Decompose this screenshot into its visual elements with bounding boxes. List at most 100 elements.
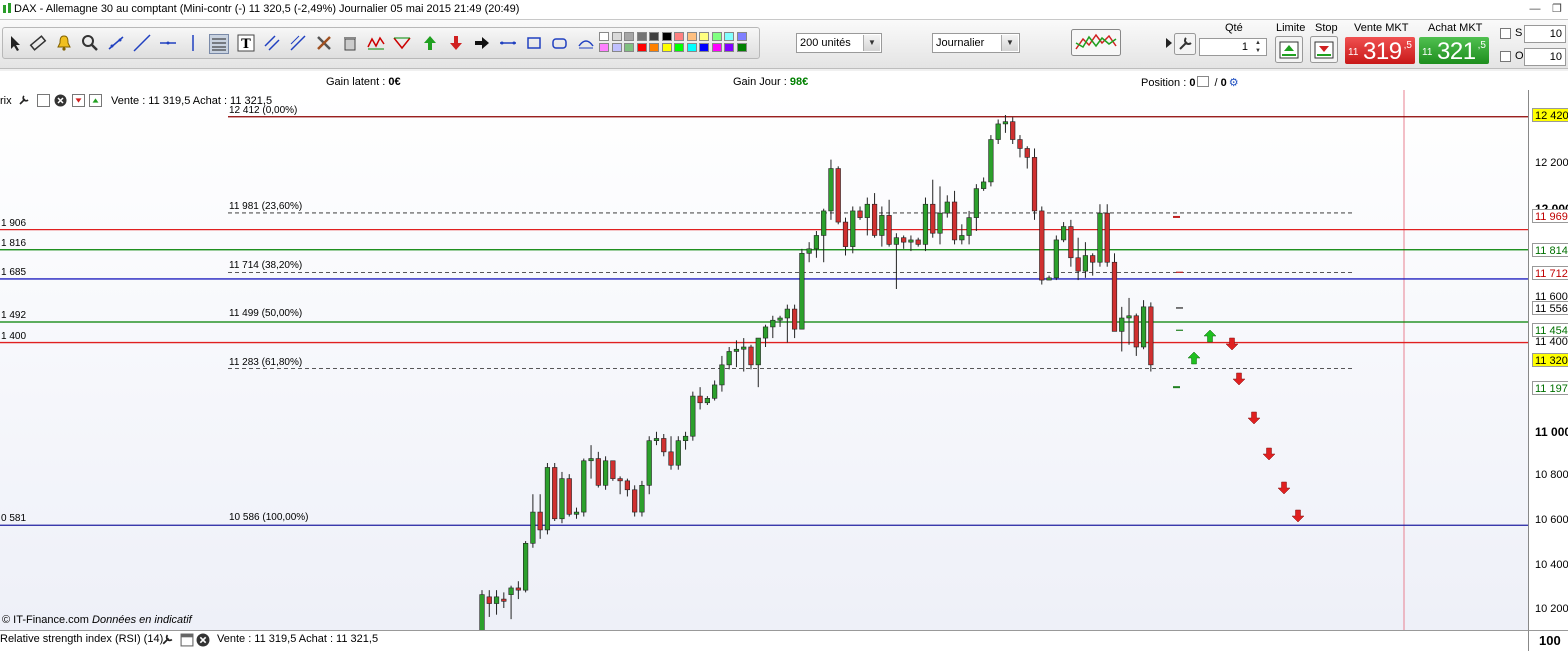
color-swatch[interactable] — [674, 32, 684, 41]
candle-body — [813, 235, 820, 250]
color-swatch[interactable] — [649, 43, 659, 52]
indicators-button[interactable] — [1071, 29, 1121, 56]
text-icon[interactable]: T — [237, 34, 255, 52]
candle-body — [951, 201, 958, 241]
wrench-icon[interactable] — [160, 633, 174, 647]
minimize-icon[interactable]: — — [1528, 2, 1542, 16]
limit-order-button[interactable] — [1275, 36, 1303, 63]
cycle-icon[interactable] — [577, 34, 595, 52]
pattern-icon[interactable] — [393, 34, 411, 52]
fib-level-label: 11 981 (23,60%) — [229, 200, 303, 212]
color-swatch[interactable] — [661, 32, 672, 41]
sell-label: Vente MKT — [1354, 22, 1409, 34]
units-select[interactable]: 200 unités ▼ — [796, 33, 882, 53]
color-swatch[interactable] — [736, 32, 747, 41]
channel-icon[interactable] — [263, 34, 281, 52]
candle-body — [944, 201, 950, 214]
color-swatch[interactable] — [699, 43, 709, 52]
ellipse-icon[interactable] — [551, 34, 569, 52]
restore-icon[interactable]: ❐ — [1550, 2, 1564, 16]
candle-body — [835, 168, 841, 223]
arrow-down-icon — [1277, 481, 1291, 495]
color-swatch[interactable] — [636, 43, 647, 52]
ruler-icon[interactable] — [29, 34, 47, 52]
candle-body — [697, 395, 703, 404]
close-position-icon[interactable] — [1197, 76, 1210, 87]
color-swatch[interactable] — [611, 32, 622, 41]
buy-market-button[interactable]: 11 321 ,5 — [1419, 37, 1489, 65]
close-icon[interactable] — [196, 633, 210, 647]
candle-body — [544, 467, 551, 531]
wrench-icon[interactable] — [1174, 33, 1196, 55]
color-swatch[interactable] — [724, 32, 734, 41]
settings-gear-icon[interactable]: ⚙ — [1229, 77, 1239, 89]
ray-line-icon[interactable] — [133, 34, 151, 52]
candle-body — [1148, 306, 1154, 366]
candle-body — [675, 440, 681, 466]
stop-order-button[interactable] — [1310, 36, 1338, 63]
objective-checkbox[interactable] — [1500, 51, 1511, 62]
buy-price-decimal: ,5 — [1477, 40, 1486, 51]
arrow-down-icon[interactable] — [447, 34, 465, 52]
price-axis[interactable]: 12 20012 00011 60011 40011 00010 80010 6… — [1528, 90, 1568, 630]
buy-label: Achat MKT — [1428, 22, 1483, 34]
color-swatch[interactable] — [636, 32, 647, 41]
parallel-lines-icon[interactable] — [289, 34, 307, 52]
qty-stepper[interactable]: ▲ ▼ — [1251, 39, 1265, 55]
color-swatch[interactable] — [711, 43, 722, 52]
trash-icon[interactable] — [341, 34, 359, 52]
buy-price-prefix: 11 — [1422, 47, 1433, 58]
color-swatch[interactable] — [599, 43, 609, 52]
window-icon[interactable] — [180, 633, 194, 647]
bell-alert-icon[interactable] — [55, 34, 73, 52]
close-icon[interactable] — [54, 94, 67, 107]
candle-body — [682, 435, 689, 441]
color-swatch[interactable] — [624, 32, 634, 41]
color-swatch[interactable] — [624, 43, 634, 52]
color-swatch[interactable] — [611, 43, 622, 52]
collapse-arrow-icon[interactable] — [1166, 38, 1172, 48]
sell-market-button[interactable]: 11 319 ,5 — [1345, 37, 1415, 65]
vertical-line-icon[interactable] — [184, 34, 202, 52]
window-icon[interactable] — [37, 94, 50, 107]
sell-price-prefix: 11 — [1348, 47, 1359, 58]
color-swatch[interactable] — [674, 43, 684, 52]
candle-body — [1111, 261, 1118, 332]
fibonacci-icon[interactable] — [209, 34, 229, 54]
period-select[interactable]: Journalier ▼ — [932, 33, 1020, 53]
color-swatch[interactable] — [736, 43, 747, 52]
color-swatch[interactable] — [649, 32, 659, 41]
color-swatch[interactable] — [686, 43, 697, 52]
color-swatch[interactable] — [661, 43, 672, 52]
trendline-icon[interactable] — [107, 34, 125, 52]
price-chart[interactable]: 12 412 (0,00%) 11 981 (23,60%) 11 714 (38,… — [0, 90, 1528, 630]
rectangle-icon[interactable] — [525, 34, 543, 52]
arrow-up-icon[interactable] — [421, 34, 439, 52]
color-swatch[interactable] — [711, 32, 722, 41]
o-input[interactable]: 10 — [1524, 48, 1566, 66]
candle-body — [1104, 212, 1110, 263]
candle-body — [704, 398, 710, 404]
wave-icon[interactable] — [367, 34, 385, 52]
s-input[interactable]: 10 — [1524, 25, 1566, 43]
color-swatch[interactable] — [686, 32, 697, 41]
color-swatch[interactable] — [599, 32, 609, 41]
horizontal-line-icon[interactable] — [159, 34, 177, 52]
zoom-icon[interactable] — [81, 34, 99, 52]
segment-icon[interactable] — [499, 34, 517, 52]
color-swatch[interactable] — [724, 43, 734, 52]
cursor-icon[interactable] — [7, 34, 25, 52]
candle-body — [879, 215, 885, 236]
move-up-icon[interactable] — [89, 94, 102, 107]
wrench-icon[interactable] — [17, 94, 30, 107]
level-value-label: 1 906 — [1, 217, 27, 229]
candle-body — [1017, 139, 1023, 149]
candle-body — [530, 511, 536, 544]
gain-jour-label: Gain Jour : — [733, 76, 790, 88]
arrow-right-icon[interactable] — [473, 34, 491, 52]
stop-checkbox[interactable] — [1500, 28, 1511, 39]
color-swatch[interactable] — [699, 32, 709, 41]
move-down-icon[interactable] — [72, 94, 85, 107]
tools-icon[interactable] — [315, 34, 333, 52]
position-value-1: 0 — [1189, 77, 1196, 89]
